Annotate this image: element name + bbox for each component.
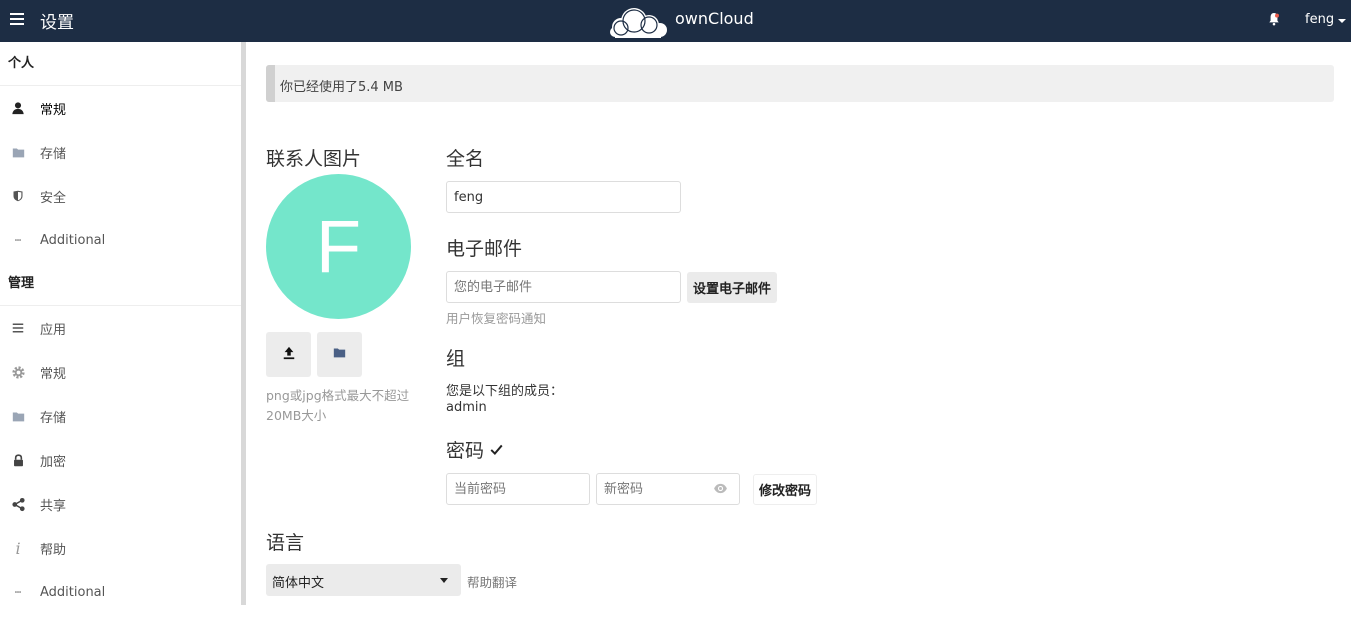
sidebar-item-label: 共享	[40, 498, 67, 514]
sidebar-heading-admin: 管理	[0, 262, 241, 306]
cloud-logo-icon	[610, 8, 667, 38]
user-icon	[10, 100, 26, 116]
folder-icon	[10, 408, 26, 424]
sidebar: 个人 常规 存储 安全 Additional 管理 应用 常规 存储 加密 共享…	[0, 42, 241, 633]
app-title[interactable]: 设置	[40, 8, 74, 33]
logo-text: ownCloud	[675, 9, 754, 28]
eye-icon[interactable]	[713, 483, 728, 494]
sidebar-item-label: 帮助	[40, 542, 67, 558]
user-name: feng	[1305, 12, 1335, 27]
quota-bar: 你已经使用了5.4 MB	[266, 65, 1334, 102]
sidebar-item-label: 应用	[40, 322, 67, 338]
sidebar-item-additional[interactable]: Additional	[0, 218, 241, 262]
groups-heading: 组	[446, 348, 466, 370]
sidebar-item-label: 存储	[40, 410, 67, 426]
user-menu[interactable]: feng	[1305, 12, 1347, 27]
fullname-field[interactable]	[446, 181, 681, 213]
quota-fill	[266, 65, 275, 102]
set-email-button[interactable]: 设置电子邮件	[687, 272, 777, 303]
owncloud-logo[interactable]: ownCloud	[607, 2, 754, 40]
avatar: F	[266, 174, 411, 319]
help-translate-link[interactable]: 帮助翻译	[467, 572, 517, 591]
sidebar-item-label: 常规	[40, 102, 67, 118]
sidebar-item-label: 安全	[40, 190, 67, 206]
sidebar-item-admin-additional[interactable]: Additional	[0, 570, 241, 614]
gear-icon	[10, 364, 26, 380]
info-icon: i	[15, 538, 21, 558]
sidebar-item-storage[interactable]: 存储	[0, 130, 241, 174]
sidebar-item-apps[interactable]: 应用	[0, 306, 241, 350]
sidebar-item-label: 常规	[40, 366, 67, 382]
sidebar-heading-personal: 个人	[0, 42, 241, 86]
groups-list: admin	[446, 400, 487, 415]
more-icon	[10, 232, 26, 248]
avatar-hint: png或jpg格式最大不超过20MB大小	[266, 388, 410, 423]
folder-icon	[332, 346, 347, 363]
lock-icon	[10, 452, 26, 468]
sidebar-item-help[interactable]: i 帮助	[0, 526, 241, 570]
sidebar-item-label: 存储	[40, 146, 67, 162]
chevron-down-icon	[440, 578, 448, 583]
sidebar-item-label: Additional	[40, 584, 106, 600]
password-heading-row: 密码	[446, 436, 503, 463]
more-icon	[10, 584, 26, 600]
sidebar-item-security[interactable]: 安全	[0, 174, 241, 218]
check-icon	[490, 443, 503, 456]
language-heading: 语言	[266, 532, 305, 554]
avatar-heading: 联系人图片	[266, 148, 362, 170]
sidebar-item-encryption[interactable]: 加密	[0, 438, 241, 482]
sidebar-item-general[interactable]: 常规	[0, 86, 241, 130]
sidebar-item-admin-storage[interactable]: 存储	[0, 394, 241, 438]
groups-intro: 您是以下组的成员：	[446, 384, 564, 399]
sidebar-item-label: Additional	[40, 232, 106, 248]
current-password-field[interactable]	[446, 473, 590, 505]
folder-icon	[10, 144, 26, 160]
quota-text: 你已经使用了5.4 MB	[280, 80, 403, 95]
language-select[interactable]: 简体中文	[266, 564, 461, 596]
bell-icon[interactable]	[1268, 12, 1282, 28]
top-header: 设置 ownCloud feng	[0, 0, 1351, 42]
share-icon	[10, 496, 26, 512]
choose-avatar-from-files-button[interactable]	[317, 332, 362, 377]
upload-icon	[282, 346, 296, 364]
password-heading: 密码	[446, 440, 485, 462]
fullname-heading: 全名	[446, 148, 485, 170]
main-content: 你已经使用了5.4 MB 联系人图片 F png或jpg格式最大不超过20MB大…	[246, 42, 1351, 633]
email-field[interactable]	[446, 271, 681, 303]
email-note: 用户恢复密码通知	[446, 311, 547, 326]
menu-icon[interactable]	[10, 13, 26, 27]
language-selected: 简体中文	[272, 576, 325, 591]
sidebar-item-label: 加密	[40, 454, 67, 470]
chevron-down-icon	[1338, 18, 1347, 23]
sidebar-item-sharing[interactable]: 共享	[0, 482, 241, 526]
upload-avatar-button[interactable]	[266, 332, 311, 377]
sidebar-item-admin-general[interactable]: 常规	[0, 350, 241, 394]
avatar-initial: F	[315, 205, 362, 288]
shield-icon	[10, 188, 26, 204]
email-heading: 电子邮件	[446, 238, 523, 260]
change-password-button[interactable]: 修改密码	[753, 474, 817, 505]
list-icon	[10, 320, 26, 336]
